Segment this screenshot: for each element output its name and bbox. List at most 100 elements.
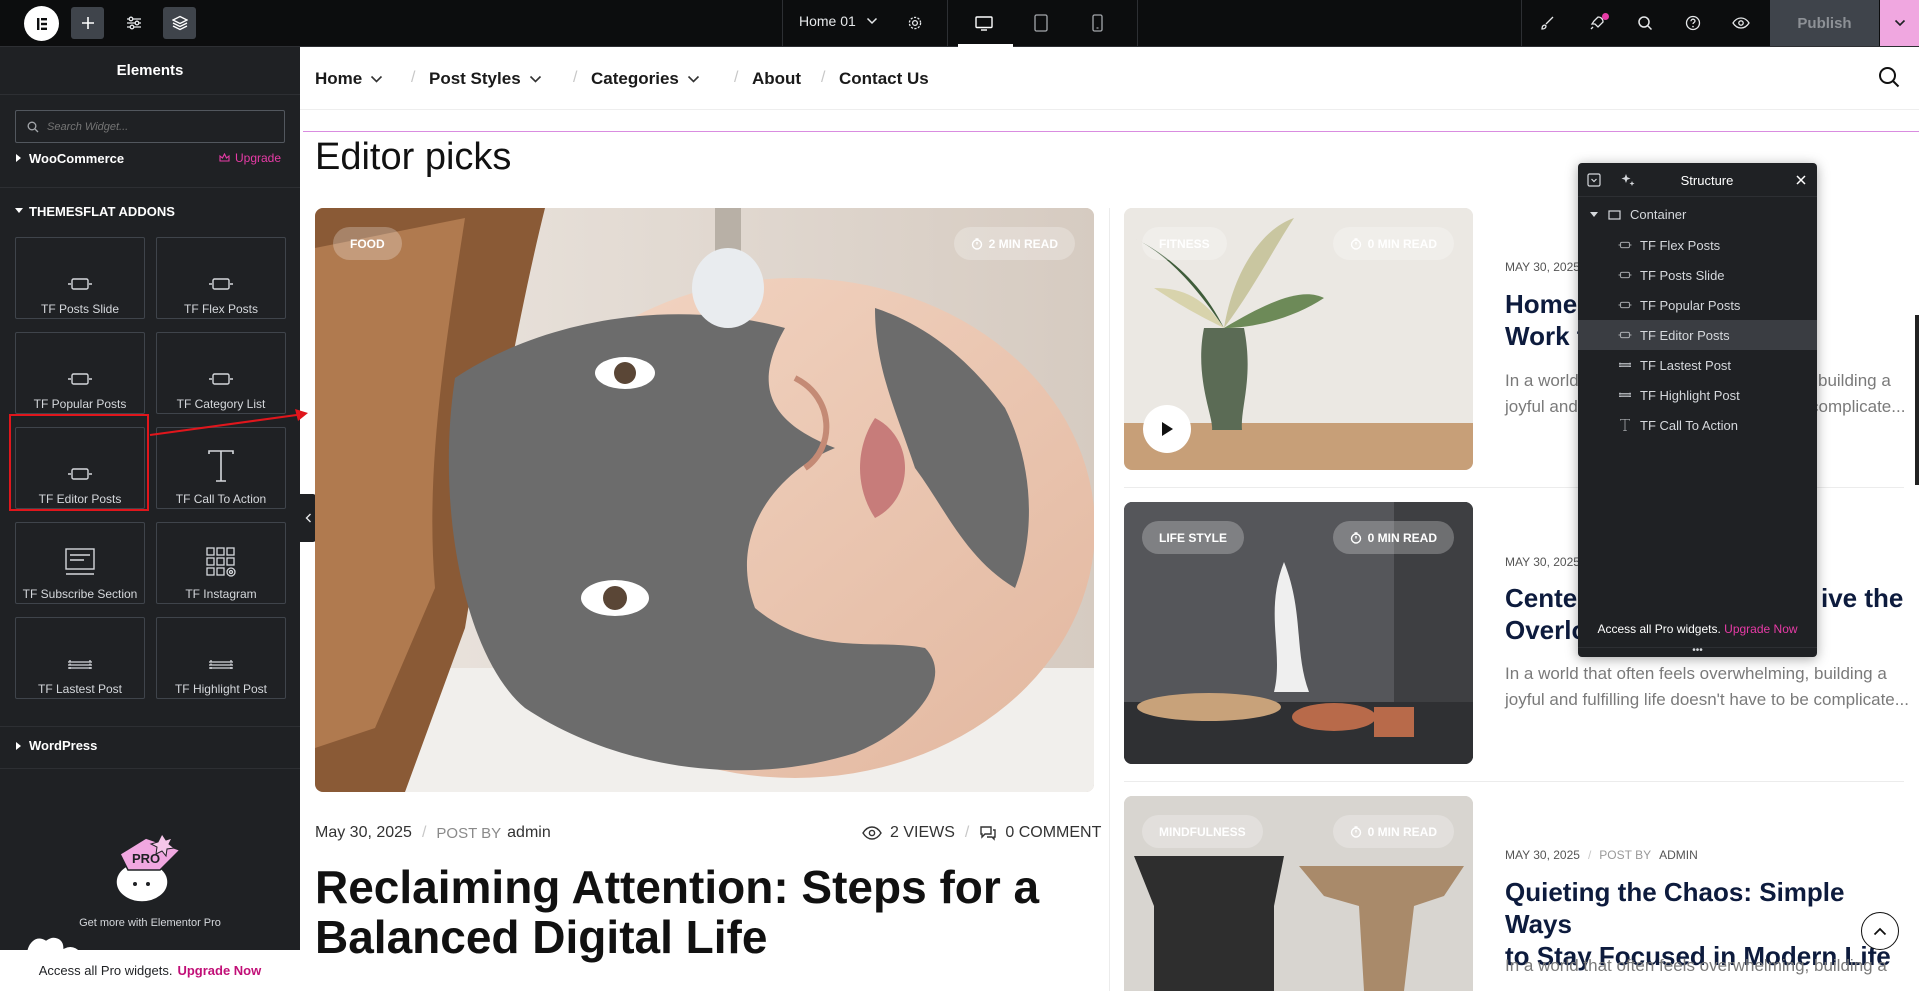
excerpt-fragment: In a world <box>1505 371 1579 390</box>
help-button[interactable] <box>1676 7 1709 39</box>
widget-tf-highlight-post[interactable]: TF Highlight Post <box>156 617 286 699</box>
author-link[interactable]: admin <box>507 824 551 842</box>
wordpress-label: WordPress <box>29 738 98 753</box>
container-outline <box>303 131 1919 132</box>
upgrade-label: Upgrade <box>235 151 282 165</box>
category-badge[interactable]: FOOD <box>333 227 402 260</box>
excerpt-fragment: complicate... <box>1810 397 1906 416</box>
meta-separator: / <box>1587 848 1592 862</box>
nav-item-home[interactable]: Home <box>315 69 383 89</box>
author-link[interactable]: ADMIN <box>1659 848 1698 862</box>
post-meta: MAY 30, 2025 / POST BY ADMIN <box>1505 848 1698 862</box>
structure-item-tf-flex-posts[interactable]: TF Flex Posts <box>1578 230 1817 260</box>
nav-item-about[interactable]: About <box>752 69 801 89</box>
structure-item-tf-popular-posts[interactable]: TF Popular Posts <box>1578 290 1817 320</box>
nav-item-label: Contact Us <box>839 69 929 88</box>
search-icon <box>27 121 39 132</box>
desktop-view-button[interactable] <box>968 7 1000 39</box>
structure-item-tf-editor-posts[interactable]: TF Editor Posts <box>1578 320 1817 350</box>
side-post-image[interactable]: FITNESS 0 MIN READ <box>1124 208 1473 470</box>
nav-separator: / <box>411 69 416 86</box>
structure-item-tf-call-to-action[interactable]: TF Call To Action <box>1578 410 1817 440</box>
excerpt-line: In a world that often feels overwhelming… <box>1505 664 1887 683</box>
page-selector[interactable]: Home 01 <box>799 13 878 29</box>
resize-handle[interactable]: ••• <box>1578 646 1817 657</box>
structure-item-tf-highlight-post[interactable]: TF Highlight Post <box>1578 380 1817 410</box>
topbar-divider <box>1521 0 1522 47</box>
sliders-icon <box>126 16 141 30</box>
page-settings-button[interactable] <box>898 7 931 39</box>
read-time-badge: 2 MIN READ <box>953 227 1075 260</box>
excerpt-line: joyful and fulfilling life doesn't have … <box>1505 690 1909 709</box>
upgrade-now-link[interactable]: Upgrade Now <box>1724 622 1797 636</box>
topbar-divider <box>947 0 948 47</box>
finder-button[interactable] <box>1628 7 1661 39</box>
access-pro-text: Access all Pro widgets. <box>38 963 173 978</box>
chevron-down-icon <box>687 75 700 83</box>
preview-button[interactable] <box>1724 7 1757 39</box>
header-search-button[interactable] <box>1878 66 1900 88</box>
site-editor-button[interactable] <box>1531 7 1564 39</box>
wordpress-category[interactable]: WordPress <box>0 735 300 757</box>
structure-item-tf-posts-slide[interactable]: TF Posts Slide <box>1578 260 1817 290</box>
category-badge[interactable]: MINDFULNESS <box>1142 815 1263 848</box>
search-widget-field[interactable] <box>15 110 285 143</box>
excerpt-fragment: joyful and <box>1505 397 1578 416</box>
chevron-down-icon <box>370 75 383 83</box>
widget-tf-lastest-post[interactable]: TF Lastest Post <box>15 617 145 699</box>
comment-icon <box>980 826 997 841</box>
featured-post-title[interactable]: Reclaiming Attention: Steps for a Balanc… <box>315 862 1075 962</box>
editor-topbar: Home 01 Publish <box>0 0 1919 47</box>
nav-item-categories[interactable]: Categories <box>591 69 700 89</box>
themesflat-addons-category[interactable]: THEMESFLAT ADDONS <box>0 201 300 223</box>
nav-item-contact-us[interactable]: Contact Us <box>839 69 929 89</box>
close-structure-button[interactable] <box>1796 175 1806 185</box>
posts-widget-icon <box>208 260 234 292</box>
woocommerce-category[interactable]: WooCommerce Upgrade <box>0 149 300 171</box>
upgrade-link[interactable]: Upgrade <box>219 151 281 165</box>
nav-item-post-styles[interactable]: Post Styles <box>429 69 542 89</box>
publish-button[interactable]: Publish <box>1770 0 1879 46</box>
widget-tf-flex-posts[interactable]: TF Flex Posts <box>156 237 286 319</box>
title-fragment: Work f <box>1505 321 1586 351</box>
widget-tf-instagram[interactable]: TF Instagram <box>156 522 286 604</box>
excerpt-fragment: building a <box>1818 371 1891 390</box>
caret-right-icon <box>16 154 21 162</box>
page-scrollbar[interactable] <box>1915 315 1919 485</box>
side-post-image[interactable]: MINDFULNESS 0 MIN READ <box>1124 796 1473 991</box>
publish-options-button[interactable] <box>1880 0 1919 46</box>
whats-new-button[interactable] <box>1580 7 1613 39</box>
search-input[interactable] <box>47 120 267 133</box>
play-icon <box>1162 422 1173 436</box>
site-settings-button[interactable] <box>117 7 150 39</box>
structure-item-label: TF Editor Posts <box>1640 328 1730 343</box>
widget-tf-subscribe-section[interactable]: TF Subscribe Section <box>15 522 145 604</box>
add-element-button[interactable] <box>71 7 104 39</box>
category-badge[interactable]: FITNESS <box>1142 227 1227 260</box>
read-time-label: 2 MIN READ <box>988 236 1058 251</box>
upgrade-now-link[interactable]: Upgrade Now <box>177 963 261 978</box>
read-time-label: 0 MIN READ <box>1367 530 1437 545</box>
widget-tf-posts-slide[interactable]: TF Posts Slide <box>15 237 145 319</box>
read-time-badge: 0 MIN READ <box>1332 815 1454 848</box>
play-video-button[interactable] <box>1143 405 1191 453</box>
elementor-logo-icon <box>36 17 47 30</box>
category-badge[interactable]: LIFE STYLE <box>1142 521 1245 554</box>
panel-collapse-toggle[interactable] <box>300 494 316 542</box>
structure-item-label: TF Flex Posts <box>1640 238 1721 253</box>
widget-tf-popular-posts[interactable]: TF Popular Posts <box>15 332 145 414</box>
tablet-view-button[interactable] <box>1025 7 1057 39</box>
paint-brush-icon <box>1540 16 1553 30</box>
nav-separator: / <box>734 69 739 86</box>
gear-icon <box>908 16 921 30</box>
plus-icon <box>81 17 94 29</box>
side-post-image[interactable]: LIFE STYLE 0 MIN READ <box>1124 502 1473 764</box>
structure-item-container[interactable]: Container <box>1578 200 1817 230</box>
mobile-view-button[interactable] <box>1081 7 1113 39</box>
scroll-to-top-button[interactable] <box>1861 912 1899 950</box>
featured-post-image[interactable]: FOOD 2 MIN READ <box>315 208 1094 792</box>
nav-item-label: About <box>752 69 802 88</box>
structure-button[interactable] <box>163 7 196 39</box>
structure-item-tf-lastest-post[interactable]: TF Lastest Post <box>1578 350 1817 380</box>
elementor-logo-button[interactable] <box>24 6 59 41</box>
